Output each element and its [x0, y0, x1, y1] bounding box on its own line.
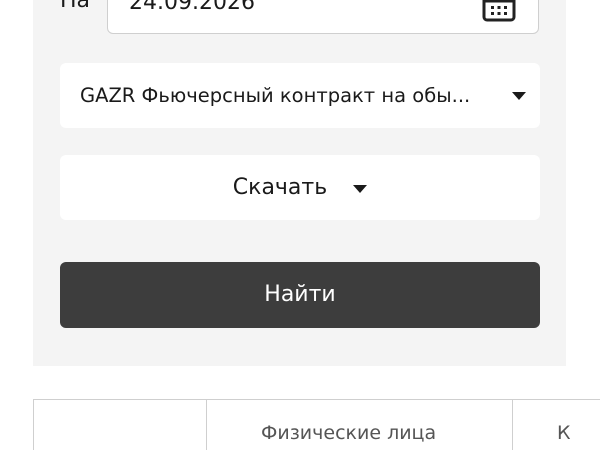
table-header-truncated: К — [557, 422, 571, 444]
download-select[interactable]: Скачать — [60, 155, 540, 220]
contract-select-value: GAZR Фьючерсный контракт на обы... — [80, 84, 471, 107]
chevron-down-icon — [512, 92, 526, 100]
date-label: На — [60, 0, 91, 13]
chevron-down-icon — [353, 184, 368, 193]
calendar-icon[interactable] — [482, 0, 516, 22]
date-value: 24.09.2026 — [129, 0, 255, 15]
date-input[interactable]: 24.09.2026 — [107, 0, 539, 34]
table-column-divider — [206, 400, 207, 450]
table-header-individuals: Физические лица — [261, 422, 437, 444]
search-button[interactable]: Найти — [60, 262, 540, 328]
results-table-header: Физические лица К — [33, 399, 600, 450]
page: На 24.09.2026 GAZR Фьючерсный контракт н… — [0, 0, 600, 450]
contract-select[interactable]: GAZR Фьючерсный контракт на обы... — [60, 63, 540, 128]
download-label: Скачать — [232, 174, 328, 200]
table-column-divider — [512, 400, 513, 450]
